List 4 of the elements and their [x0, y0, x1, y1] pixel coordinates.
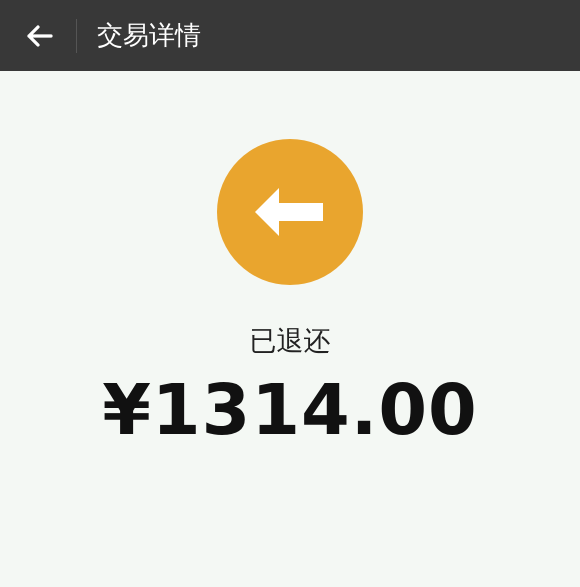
status-label: 已退还	[250, 325, 330, 359]
amount-text: ¥1314.00	[102, 369, 478, 451]
back-arrow-icon	[25, 24, 53, 48]
page-title: 交易详情	[97, 20, 201, 53]
